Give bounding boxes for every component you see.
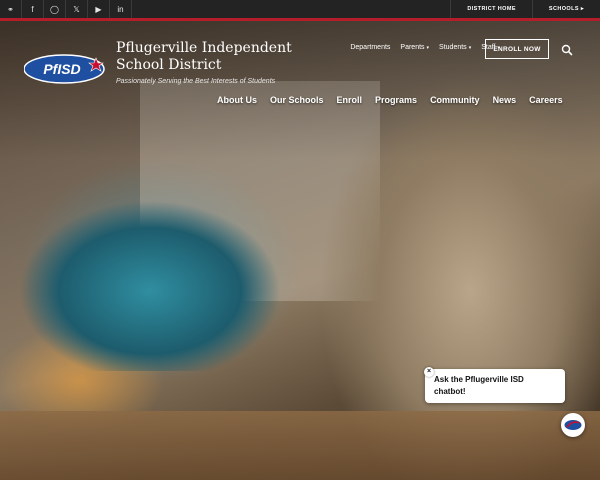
nav-departments-label: Departments [350, 44, 391, 51]
nav-news[interactable]: News [493, 95, 517, 105]
audience-nav: Departments Parents ▾ Students ▾ Staff ▾ [350, 44, 500, 51]
nav-programs[interactable]: Programs [375, 95, 417, 105]
nav-our-schools[interactable]: Our Schools [270, 95, 324, 105]
enroll-now-button[interactable]: ENROLL NOW [485, 39, 549, 59]
nav-departments[interactable]: Departments [350, 44, 390, 51]
district-home-link[interactable]: DISTRICT HOME [450, 0, 532, 18]
caret-down-icon: ▾ [426, 44, 430, 51]
caret-down-icon: ▾ [468, 44, 472, 51]
nav-enroll[interactable]: Enroll [337, 95, 363, 105]
chatbot-logo-icon [564, 420, 582, 430]
district-name-line1: Pflugerville Independent [116, 40, 292, 56]
facebook-icon[interactable]: f [22, 0, 44, 18]
district-name-line2: School District [116, 57, 222, 73]
district-brand[interactable]: Pflugerville Independent School District… [116, 40, 316, 87]
logo-text: PfISD [43, 61, 80, 77]
nav-students[interactable]: Students ▾ [439, 44, 471, 51]
nav-about-us[interactable]: About Us [217, 95, 257, 105]
close-icon[interactable]: × [424, 367, 434, 377]
hero-image [0, 21, 600, 480]
main-nav: About Us Our Schools Enroll Programs Com… [217, 95, 563, 105]
hero-shade [0, 21, 600, 480]
search-icon[interactable] [560, 43, 574, 57]
district-name: Pflugerville Independent School District [116, 40, 316, 74]
schools-link[interactable]: SCHOOLS ▸ [531, 0, 600, 18]
nav-students-label: Students [439, 44, 467, 51]
nav-careers[interactable]: Careers [529, 95, 563, 105]
top-links: DISTRICT HOME SCHOOLS ▸ [450, 0, 600, 18]
utility-bar: ⚭ f ◯ 𝕏 ▶ in DISTRICT HOME SCHOOLS ▸ [0, 0, 600, 18]
chatbot-launcher[interactable] [561, 413, 585, 437]
x-icon[interactable]: 𝕏 [66, 0, 88, 18]
nav-community[interactable]: Community [430, 95, 480, 105]
accent-divider [0, 18, 600, 21]
chatbot-prompt[interactable]: Ask the Pflugerville ISD chatbot! [425, 369, 565, 403]
district-tagline: Passionately Serving the Best Interests … [116, 78, 276, 85]
nav-parents[interactable]: Parents ▾ [400, 44, 429, 51]
social-links: ⚭ f ◯ 𝕏 ▶ in [0, 0, 132, 18]
nav-parents-label: Parents [400, 44, 425, 51]
youtube-icon[interactable]: ▶ [88, 0, 110, 18]
district-logo[interactable]: PfISD [24, 52, 108, 84]
instagram-icon[interactable]: ◯ [44, 0, 66, 18]
linkedin-icon[interactable]: in [110, 0, 132, 18]
peachjar-icon[interactable]: ⚭ [0, 0, 22, 18]
